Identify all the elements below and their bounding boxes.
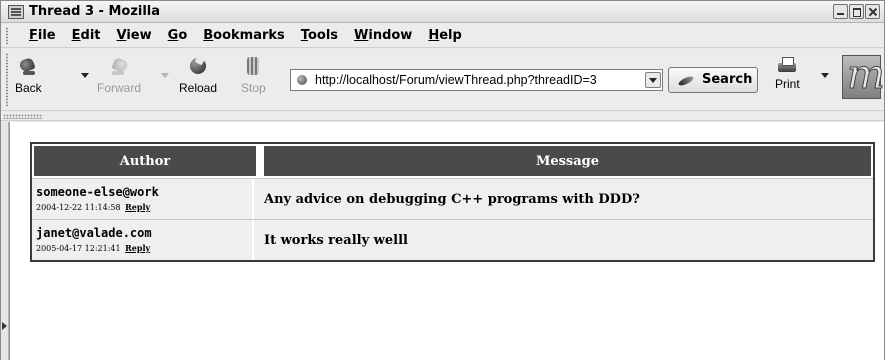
author-cell: someone-else@work 2004-12-22 11:14:58 Re…	[32, 179, 254, 219]
menu-view[interactable]: View	[109, 28, 160, 43]
back-label: Back	[15, 81, 42, 95]
menu-bookmarks[interactable]: Bookmarks	[195, 28, 293, 43]
post-meta: 2005-04-17 12:21:41 Reply	[36, 243, 252, 253]
print-button[interactable]: Print	[775, 55, 800, 91]
menu-help[interactable]: Help	[420, 28, 469, 43]
back-button[interactable]: Back	[15, 55, 42, 95]
table-row: someone-else@work 2004-12-22 11:14:58 Re…	[32, 178, 873, 219]
site-icon	[296, 74, 309, 87]
post-timestamp: 2005-04-17 12:21:41	[36, 244, 121, 253]
forward-arrow-icon	[108, 55, 130, 77]
thread-table: Author Message someone-else@work 2004-12…	[30, 142, 875, 262]
navigation-toolbar: Back Forward Reload Stop http://localhos…	[1, 49, 885, 111]
toolbar-grip[interactable]	[5, 27, 9, 45]
author-email: someone-else@work	[36, 185, 159, 199]
print-options-dropdown[interactable]	[821, 73, 829, 78]
menu-edit[interactable]: Edit	[64, 28, 109, 43]
author-column-header: Author	[34, 146, 256, 176]
window-title: Thread 3 - Mozilla	[29, 4, 161, 19]
browser-window: Thread 3 - Mozilla File Edit View Go Boo…	[0, 0, 885, 360]
forward-history-dropdown[interactable]	[161, 73, 169, 78]
toolbar-grip[interactable]	[3, 114, 43, 119]
forward-button[interactable]: Forward	[97, 55, 141, 95]
stop-button[interactable]: Stop	[241, 55, 266, 95]
sidebar-toggle[interactable]	[1, 122, 9, 360]
print-label: Print	[775, 77, 800, 91]
message-cell: It works really welll	[264, 232, 408, 248]
table-header: Author Message	[32, 144, 873, 178]
menu-go[interactable]: Go	[160, 28, 196, 43]
printer-icon	[776, 55, 798, 77]
page-content: Author Message someone-else@work 2004-12…	[9, 122, 884, 360]
message-cell: Any advice on debugging C++ programs wit…	[264, 191, 640, 207]
author-email: janet@valade.com	[36, 226, 152, 240]
stop-icon	[242, 55, 264, 77]
minimize-icon[interactable]	[833, 4, 848, 19]
author-cell: janet@valade.com 2005-04-17 12:21:41 Rep…	[32, 220, 254, 260]
maximize-icon[interactable]	[849, 4, 864, 19]
menu-window[interactable]: Window	[346, 28, 420, 43]
reload-icon	[187, 55, 209, 77]
title-bar: Thread 3 - Mozilla	[1, 1, 884, 23]
url-bar[interactable]: http://localhost/Forum/viewThread.php?th…	[290, 69, 663, 91]
close-icon[interactable]	[865, 4, 880, 19]
mozilla-throbber-icon[interactable]	[842, 52, 885, 99]
search-button[interactable]: Search	[668, 67, 758, 93]
menu-tools[interactable]: Tools	[293, 28, 346, 43]
post-timestamp: 2004-12-22 11:14:58	[36, 203, 121, 212]
search-icon	[678, 76, 696, 86]
post-meta: 2004-12-22 11:14:58 Reply	[36, 202, 252, 212]
search-label: Search	[702, 72, 753, 87]
reply-link[interactable]: Reply	[125, 243, 150, 253]
url-input[interactable]: http://localhost/Forum/viewThread.php?th…	[315, 73, 641, 87]
reply-link[interactable]: Reply	[125, 202, 150, 212]
reload-button[interactable]: Reload	[179, 55, 217, 95]
message-column-header: Message	[264, 146, 871, 176]
back-arrow-icon	[17, 55, 39, 77]
url-history-dropdown[interactable]	[645, 72, 661, 88]
menu-bar: File Edit View Go Bookmarks Tools Window…	[1, 24, 884, 48]
back-history-dropdown[interactable]	[81, 73, 89, 78]
toolbar-grip[interactable]	[5, 53, 9, 107]
reload-label: Reload	[179, 81, 218, 95]
menu-file[interactable]: File	[21, 28, 64, 43]
table-row: janet@valade.com 2005-04-17 12:21:41 Rep…	[32, 219, 873, 260]
stop-label: Stop	[241, 81, 266, 95]
app-icon	[8, 5, 24, 19]
window-controls	[833, 4, 880, 19]
personal-toolbar	[1, 112, 884, 121]
forward-label: Forward	[97, 81, 142, 95]
